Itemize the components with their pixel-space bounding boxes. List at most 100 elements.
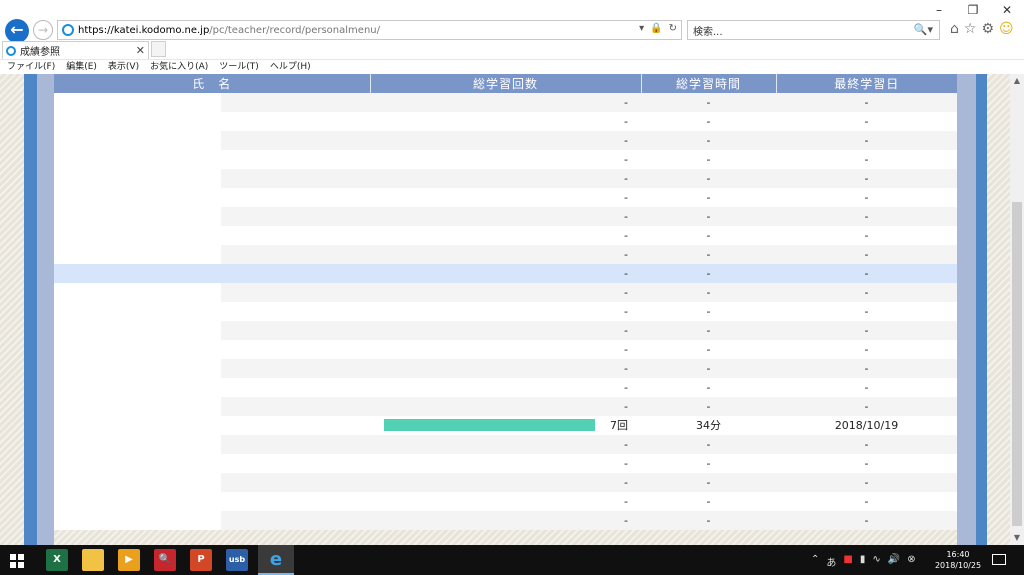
table-row[interactable]: --- — [54, 93, 958, 112]
table-row[interactable]: --- — [54, 150, 958, 169]
student-name-cell-extra — [221, 169, 371, 188]
total-count-value: - — [624, 324, 629, 337]
volume-icon[interactable]: 🔊 — [888, 554, 900, 569]
header-total-count[interactable]: 総学習回数 — [370, 74, 642, 93]
student-name-cell[interactable] — [54, 226, 221, 245]
dropdown-icon[interactable]: ▾ — [639, 23, 644, 34]
home-icon[interactable]: ⌂ — [950, 21, 959, 37]
wifi-icon[interactable]: ∿ — [872, 554, 880, 569]
restore-button[interactable]: ❐ — [956, 0, 990, 20]
student-name-cell[interactable] — [54, 492, 221, 511]
table-row[interactable]: --- — [54, 435, 958, 454]
student-name-cell[interactable] — [54, 283, 221, 302]
favorites-icon[interactable]: ☆ — [964, 21, 977, 37]
table-row[interactable]: --- — [54, 112, 958, 131]
tab-close-icon[interactable]: ✕ — [136, 44, 145, 57]
antivirus-icon[interactable]: ■ — [843, 554, 852, 569]
student-name-cell[interactable] — [54, 207, 221, 226]
total-count-value: - — [624, 305, 629, 318]
student-name-cell[interactable] — [54, 416, 221, 435]
menu-favorites[interactable]: お気に入り(A) — [150, 60, 208, 74]
excel-icon[interactable]: X — [46, 549, 68, 571]
table-row[interactable]: --- — [54, 226, 958, 245]
header-last-date[interactable]: 最終学習日 — [776, 74, 958, 93]
media-player-icon[interactable]: ▶ — [118, 549, 140, 571]
menu-help[interactable]: ヘルプ(H) — [270, 60, 311, 74]
back-button[interactable]: ← — [5, 19, 29, 43]
student-name-cell[interactable] — [54, 435, 221, 454]
table-row[interactable]: --- — [54, 454, 958, 473]
ime-indicator[interactable]: あ — [826, 554, 836, 569]
refresh-icon[interactable]: ↻ — [669, 23, 677, 34]
table-row[interactable]: --- — [54, 473, 958, 492]
vertical-scrollbar[interactable]: ▲ ▼ — [1010, 74, 1024, 545]
search-app-icon[interactable]: 🔍 — [154, 549, 176, 571]
internet-explorer-icon[interactable]: e — [265, 549, 287, 571]
browser-tab[interactable]: 成績参照 ✕ — [2, 41, 149, 59]
table-row[interactable]: --- — [54, 283, 958, 302]
forward-button[interactable]: → — [33, 20, 53, 40]
student-name-cell-extra — [221, 378, 371, 397]
student-name-cell[interactable] — [54, 359, 221, 378]
file-explorer-icon[interactable] — [82, 549, 104, 571]
search-icon[interactable]: 🔍▾ — [914, 23, 933, 36]
student-name-cell[interactable] — [54, 245, 221, 264]
student-name-cell[interactable] — [54, 454, 221, 473]
table-row[interactable]: --- — [54, 302, 958, 321]
student-name-cell-extra — [221, 188, 371, 207]
table-row[interactable]: --- — [54, 188, 958, 207]
address-bar[interactable]: https://katei.kodomo.ne.jp /pc/teacher/r… — [57, 20, 682, 40]
new-tab-button[interactable] — [151, 41, 166, 57]
scroll-up-arrow[interactable]: ▲ — [1010, 74, 1024, 88]
student-name-cell[interactable] — [54, 511, 221, 530]
student-name-cell[interactable] — [54, 188, 221, 207]
scroll-thumb[interactable] — [1012, 202, 1022, 526]
student-name-cell[interactable] — [54, 150, 221, 169]
menu-tools[interactable]: ツール(T) — [219, 60, 259, 74]
notification-icon[interactable] — [992, 554, 1006, 565]
table-row[interactable]: --- — [54, 340, 958, 359]
table-row[interactable]: --- — [54, 245, 958, 264]
battery-icon[interactable]: ▮ — [860, 554, 866, 569]
student-name-cell[interactable] — [54, 302, 221, 321]
table-row[interactable]: --- — [54, 359, 958, 378]
windows-start-icon[interactable] — [10, 554, 24, 568]
menu-file[interactable]: ファイル(F) — [7, 60, 55, 74]
usb-icon[interactable]: usb — [226, 549, 248, 571]
close-button[interactable]: ✕ — [990, 0, 1024, 20]
table-row[interactable]: --- — [54, 169, 958, 188]
header-name[interactable]: 氏 名 — [54, 74, 371, 93]
student-name-cell[interactable] — [54, 93, 221, 112]
header-total-time[interactable]: 総学習時間 — [641, 74, 777, 93]
system-clock[interactable]: 16:40 2018/10/25 — [934, 549, 982, 571]
student-name-cell[interactable] — [54, 321, 221, 340]
table-row[interactable]: --- — [54, 378, 958, 397]
student-name-cell[interactable] — [54, 378, 221, 397]
powerpoint-icon[interactable]: P — [190, 549, 212, 571]
minimize-button[interactable]: – — [922, 0, 956, 20]
table-row[interactable]: --- — [54, 321, 958, 340]
student-name-cell[interactable] — [54, 131, 221, 150]
settings-icon[interactable]: ⚙ — [981, 21, 994, 37]
student-name-cell[interactable] — [54, 397, 221, 416]
table-row[interactable]: --- — [54, 207, 958, 226]
table-row[interactable]: --- — [54, 511, 958, 530]
table-row[interactable]: 7回 34分 2018/10/19 — [54, 416, 958, 435]
feedback-smiley-icon[interactable]: ☺ — [999, 21, 1014, 37]
lock-icon[interactable]: 🔒 — [650, 23, 662, 34]
chevron-up-icon[interactable]: ⌃ — [811, 554, 819, 569]
close-circle-icon[interactable]: ⊗ — [907, 554, 915, 569]
student-name-cell[interactable] — [54, 340, 221, 359]
table-row[interactable]: --- — [54, 492, 958, 511]
menu-view[interactable]: 表示(V) — [108, 60, 139, 74]
table-row[interactable]: --- — [54, 397, 958, 416]
menu-edit[interactable]: 編集(E) — [66, 60, 97, 74]
student-name-cell[interactable] — [54, 112, 221, 131]
table-row[interactable]: --- — [54, 131, 958, 150]
table-row[interactable]: --- — [54, 264, 958, 283]
student-name-cell[interactable] — [54, 264, 221, 283]
student-name-cell[interactable] — [54, 169, 221, 188]
student-name-cell[interactable] — [54, 473, 221, 492]
search-input[interactable]: 検索... 🔍▾ — [687, 20, 940, 40]
scroll-down-arrow[interactable]: ▼ — [1010, 531, 1024, 545]
